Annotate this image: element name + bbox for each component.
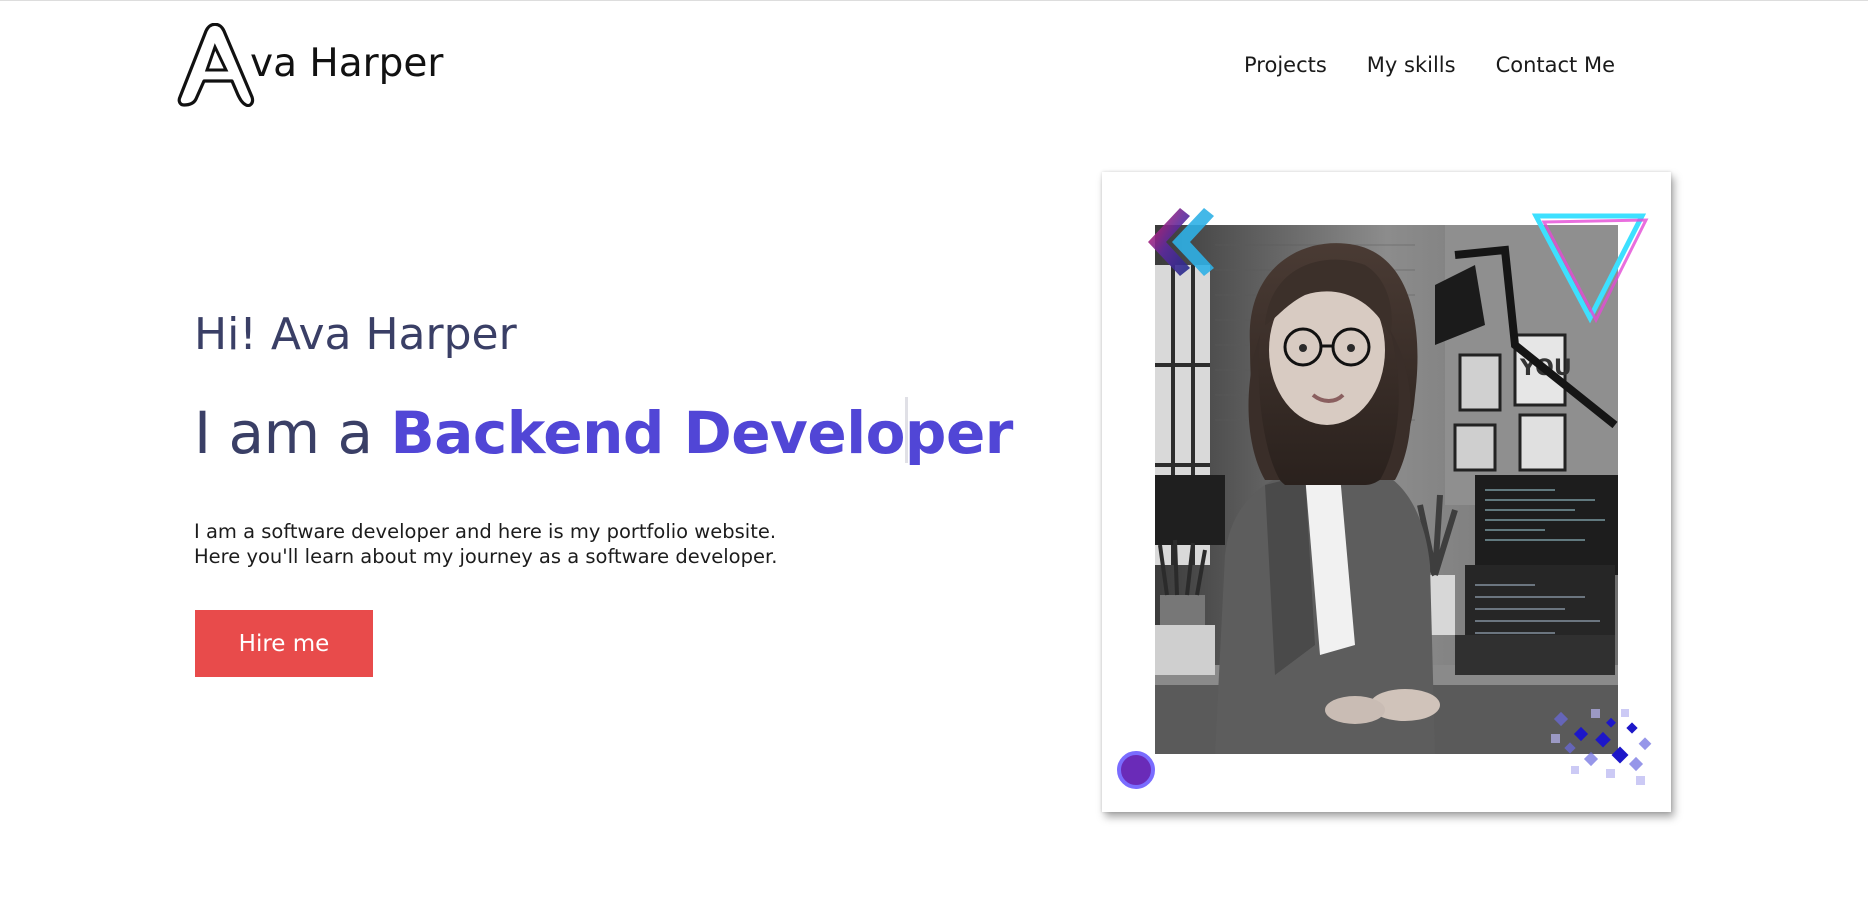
nav-projects[interactable]: Projects <box>1244 51 1327 79</box>
hire-me-button[interactable]: Hire me <box>195 610 373 677</box>
headline-role: Backend Developer <box>390 399 1014 467</box>
typing-caret <box>905 397 908 463</box>
logo-name[interactable]: va Harper <box>250 41 443 87</box>
headline: I am a Backend Developer <box>194 397 1013 469</box>
chevron-decoration-icon <box>1148 208 1214 276</box>
portrait-card: YOU <box>1102 172 1671 812</box>
description-line-1: I am a software developer and here is my… <box>194 520 777 543</box>
main-nav: Projects My skills Contact Me <box>1244 51 1615 79</box>
hero-description: I am a software developer and here is my… <box>194 519 777 569</box>
description-line-2: Here you'll learn about my journey as a … <box>194 545 778 568</box>
pixel-mosaic-decoration-icon <box>1551 709 1652 785</box>
portfolio-page: va Harper Projects My skills Contact Me … <box>0 0 1868 904</box>
triangle-decoration-icon <box>1531 213 1649 324</box>
circle-decoration-icon <box>1117 751 1155 789</box>
nav-contact-me[interactable]: Contact Me <box>1496 51 1615 79</box>
logo-name-text: va Harper <box>250 41 444 86</box>
greeting: Hi! Ava Harper <box>194 309 517 360</box>
headline-prefix: I am a <box>194 399 391 467</box>
nav-my-skills[interactable]: My skills <box>1367 51 1456 79</box>
